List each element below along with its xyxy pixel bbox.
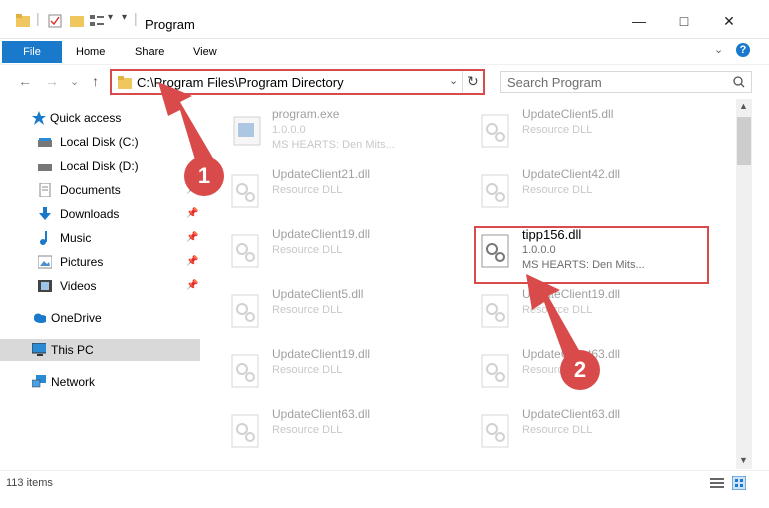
arrow-2 bbox=[526, 274, 580, 362]
step-badge-2: 2 bbox=[560, 350, 600, 390]
annotation-arrows bbox=[158, 82, 580, 362]
step-badge-1: 1 bbox=[184, 156, 224, 196]
